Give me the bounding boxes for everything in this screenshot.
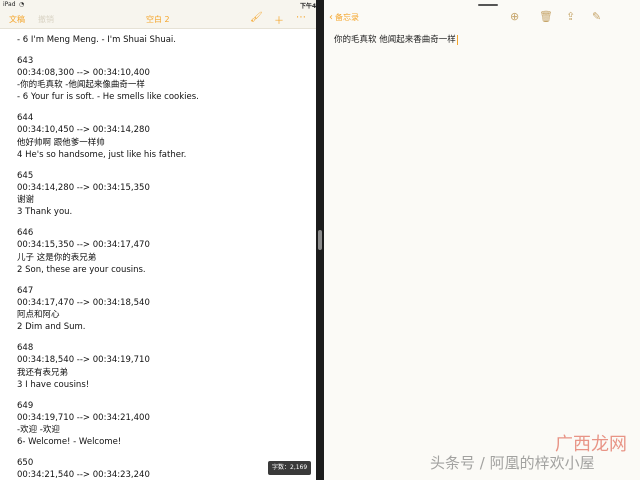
trash-icon[interactable]: 🗑 — [539, 10, 553, 23]
more-icon[interactable]: ⋯ — [296, 12, 306, 23]
subtitle-index: 647 — [17, 285, 34, 296]
wifi-icon: ◔ — [19, 1, 25, 8]
document-toolbar: 文稿 撤销 空白 2 🖌 ＋ ⋯ — [0, 9, 316, 29]
subtitle-timecode: 00:34:19,710 --> 00:34:21,400 — [17, 412, 150, 423]
word-count-badge: 字数：2,169 — [268, 461, 312, 475]
multitasking-grabber[interactable] — [478, 4, 498, 6]
notes-pane: ‹ 备忘录 ⊕ 🗑 ⇪ ✎ 你的毛真软 他闻起来香曲奇一样 — [324, 0, 640, 480]
subtitle-timecode: 00:34:10,450 --> 00:34:14,280 — [17, 125, 150, 136]
subtitle-index: 646 — [17, 228, 34, 239]
compose-icon[interactable]: ✎ — [592, 10, 601, 23]
document-body[interactable]: - 6 I'm Meng Meng. - I'm Shuai Shuai. 64… — [17, 34, 307, 480]
document-title[interactable]: 空白 2 — [146, 14, 170, 25]
subtitle-timecode: 00:34:08,300 --> 00:34:10,400 — [17, 67, 150, 78]
subtitle-entry: 648 00:34:18,540 --> 00:34:19,710 我还有表兄弟 3 … — [17, 342, 307, 391]
subtitle-line: 我还有表兄弟 — [17, 367, 69, 378]
share-person-icon[interactable]: ⊕ — [510, 10, 519, 23]
watermark: 头条号 / 阿凰的梓欢小屋 — [430, 454, 595, 472]
undo-button[interactable]: 撤销 — [38, 14, 54, 25]
subtitle-entry: 644 00:34:10,450 --> 00:34:14,280 他好帅啊 跟他爹… — [17, 112, 307, 161]
subtitle-entry: 645 00:34:14,280 --> 00:34:15,350 谢谢 3 Than… — [17, 170, 307, 219]
note-editor[interactable]: 你的毛真软 他闻起来香曲奇一样 — [334, 33, 458, 45]
subtitle-line: 阿点和阿心 — [17, 310, 60, 321]
subtitle-line: 3 I have cousins! — [17, 379, 90, 390]
subtitle-index: 648 — [17, 343, 34, 354]
note-text: 你的毛真软 他闻起来香曲奇一样 — [334, 35, 456, 45]
subtitle-entry: 647 00:34:17,470 --> 00:34:18,540 阿点和阿心 2 D… — [17, 285, 307, 334]
subtitle-index: 650 — [17, 457, 34, 468]
subtitle-index: 649 — [17, 400, 34, 411]
documents-button[interactable]: 文稿 — [9, 14, 25, 25]
subtitle-line: 儿子 这是你的表兄弟 — [17, 252, 97, 263]
subtitle-timecode: 00:34:15,350 --> 00:34:17,470 — [17, 240, 150, 251]
subtitle-line: 3 Thank you. — [17, 207, 73, 218]
chevron-left-icon: ‹ — [329, 12, 333, 23]
subtitle-entry: 643 00:34:08,300 --> 00:34:10,400 -你的毛真软 -… — [17, 55, 307, 104]
subtitle-timecode: 00:34:18,540 --> 00:34:19,710 — [17, 355, 150, 366]
split-view-divider[interactable] — [316, 0, 324, 480]
plus-icon[interactable]: ＋ — [274, 12, 284, 27]
device-label: iPad — [3, 1, 16, 8]
subtitle-entry: 646 00:34:15,350 --> 00:34:17,470 儿子 这是你的表… — [17, 227, 307, 276]
subtitle-line: 2 Dim and Sum. — [17, 322, 86, 333]
divider-handle[interactable] — [318, 230, 322, 250]
subtitle-index: 645 — [17, 170, 34, 181]
subtitle-index: 644 — [17, 113, 34, 124]
share-icon[interactable]: ⇪ — [566, 10, 575, 23]
subtitle-entry: 65000:34:21,540 --> 00:34:23,240包子串一绳 — [17, 457, 307, 480]
subtitle-line: -欢迎 -欢迎 — [17, 425, 60, 436]
subtitle-line: - 6 I'm Meng Meng. - I'm Shuai Shuai. — [17, 35, 176, 45]
subtitle-line: 谢谢 — [17, 195, 35, 206]
document-pane: 文稿 撤销 空白 2 🖌 ＋ ⋯ - 6 I'm Meng Meng. - I'… — [0, 9, 316, 480]
subtitle-timecode: 00:34:14,280 --> 00:34:15,350 — [17, 182, 150, 193]
subtitle-line: 6- Welcome! - Welcome! — [17, 437, 122, 448]
back-label: 备忘录 — [335, 13, 359, 22]
subtitle-line: -你的毛真软 -他闻起来像曲奇一样 — [17, 80, 145, 91]
subtitle-line: 他好帅啊 跟他爹一样帅 — [17, 137, 105, 148]
notes-back-button[interactable]: ‹ 备忘录 — [329, 12, 359, 23]
subtitle-timecode: 00:34:21,540 --> 00:34:23,240 — [17, 470, 150, 480]
brush-icon[interactable]: 🖌 — [250, 12, 263, 23]
subtitle-timecode: 00:34:17,470 --> 00:34:18,540 — [17, 297, 150, 308]
subtitle-index: 643 — [17, 55, 34, 66]
subtitle-line: 2 Son, these are your cousins. — [17, 264, 146, 275]
subtitle-line: - 6 Your fur is soft. - He smells like c… — [17, 92, 199, 103]
text-caret — [456, 34, 458, 45]
subtitle-line: 4 He's so handsome, just like his father… — [17, 149, 187, 160]
subtitle-entry: 649 00:34:19,710 --> 00:34:21,400 -欢迎 -欢迎 6… — [17, 400, 307, 449]
